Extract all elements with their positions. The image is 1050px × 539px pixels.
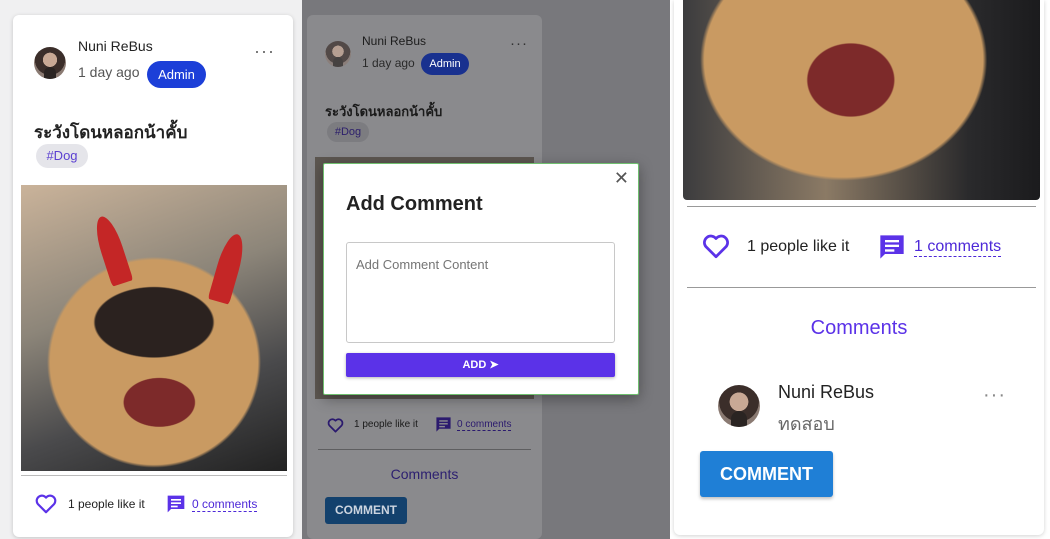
comment-icon[interactable] [166,494,186,514]
author-name[interactable]: Nuni ReBus [78,38,153,54]
avatar[interactable] [325,41,351,67]
comments-heading: Comments [390,466,459,482]
dog-horn-right [207,231,249,305]
post-time: 1 day ago [78,64,140,80]
more-icon[interactable]: ··· [254,42,275,60]
admin-badge: Admin [421,53,469,75]
add-button[interactable]: ADD ➤ [346,353,615,377]
post-image [683,0,1040,200]
close-icon[interactable]: ✕ [614,168,629,189]
add-comment-dialog: ✕ Add Comment ADD ➤ [323,163,639,395]
author-name[interactable]: Nuni ReBus [362,34,426,48]
comments-link[interactable]: 1 comments [914,238,1002,257]
like-count: 1 people like it [68,497,145,511]
comment-icon[interactable] [878,233,906,261]
like-count: 1 people like it [747,238,850,255]
dog-horn-left [90,213,134,287]
comment-content-input[interactable] [346,242,615,343]
heart-icon[interactable] [702,234,730,259]
hashtag-chip[interactable]: #Dog [327,122,369,142]
comment-text: ทดสอบ [778,414,835,435]
comments-heading: Comments [810,317,908,339]
post-title: ระวังโดนหลอกน้าคั้บ [34,123,188,143]
heart-icon[interactable] [327,418,344,433]
comment-icon[interactable] [435,416,452,433]
post-card: Nuni ReBus 1 day ago Admin ··· ระวังโดนห… [13,15,293,537]
hashtag-chip[interactable]: #Dog [36,144,88,168]
avatar[interactable] [718,385,760,427]
divider [21,475,287,476]
comment-author[interactable]: Nuni ReBus [778,382,874,403]
post-card-detail: 1 people like it 1 comments Comments Nun… [674,0,1044,535]
heart-icon[interactable] [35,494,57,514]
post-time: 1 day ago [362,56,415,70]
screenshot-collage: Nuni ReBus 1 day ago Admin ··· ระวังโดนห… [0,0,1050,539]
avatar[interactable] [34,47,66,79]
divider [687,287,1036,288]
dialog-title: Add Comment [346,193,483,215]
comments-link[interactable]: 0 comments [457,419,512,431]
post-title: ระวังโดนหลอกน้าคั้บ [325,105,443,120]
divider [687,206,1036,207]
like-count: 1 people like it [354,419,418,430]
more-icon[interactable]: ··· [510,36,528,51]
comments-link[interactable]: 0 comments [192,497,258,512]
divider [318,449,531,450]
admin-badge: Admin [147,61,206,88]
comment-button[interactable]: COMMENT [325,497,407,524]
post-image [21,185,287,471]
more-icon[interactable]: ··· [983,385,1006,405]
comment-button[interactable]: COMMENT [700,451,833,497]
